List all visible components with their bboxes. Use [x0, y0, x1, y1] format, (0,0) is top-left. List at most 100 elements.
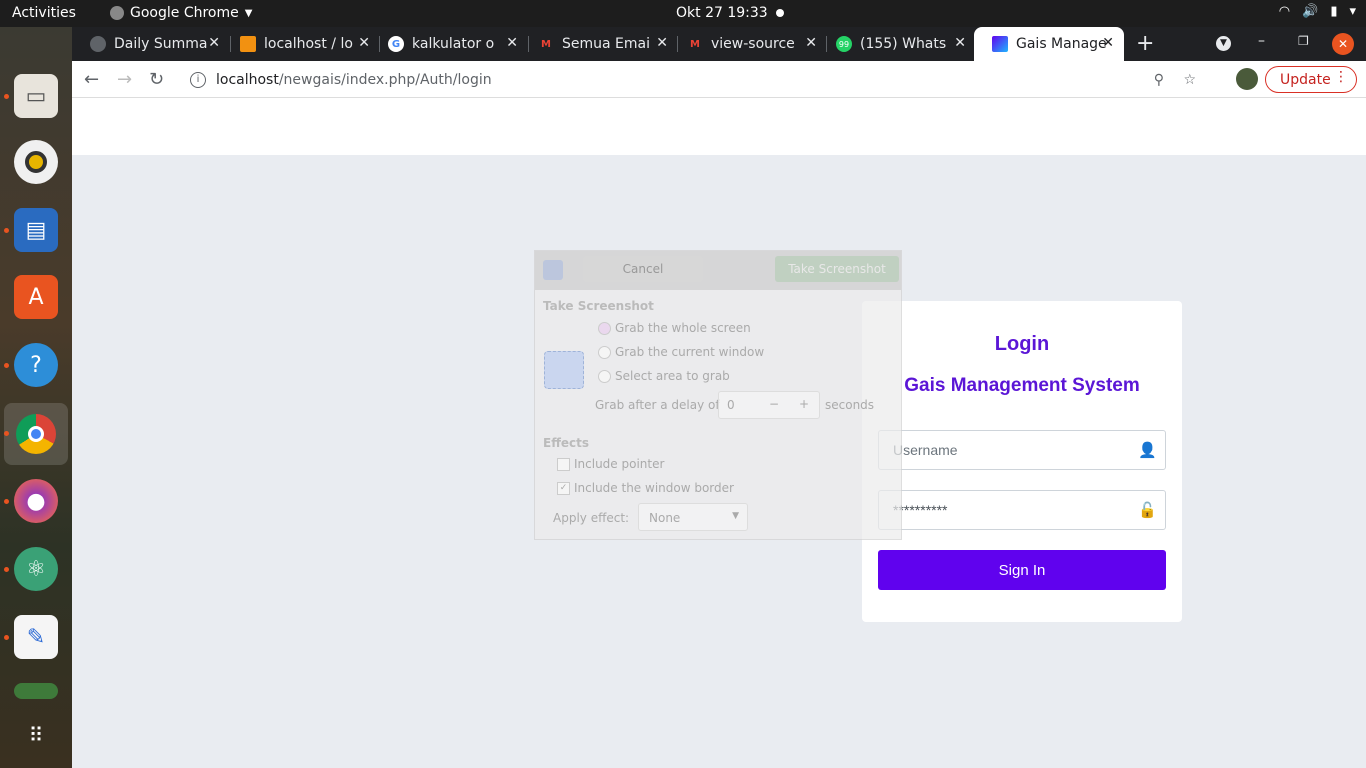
close-icon[interactable]: ✕ — [1102, 35, 1114, 51]
dock-atom-icon[interactable]: ⚛ — [14, 547, 58, 591]
password-field[interactable]: ********** 🔓 — [878, 490, 1166, 530]
user-icon: 👤 — [1138, 442, 1157, 459]
radio-whole-screen[interactable] — [598, 322, 611, 335]
close-icon[interactable]: ✕ — [358, 35, 370, 51]
dock-firefox-icon[interactable]: ● — [14, 479, 58, 523]
bookmark-star-icon[interactable]: ☆ — [1183, 72, 1196, 88]
forward-icon[interactable]: → — [117, 69, 132, 90]
close-icon[interactable]: ✕ — [656, 35, 668, 51]
chrome-icon — [110, 6, 124, 20]
power-menu-icon: ▾ — [1349, 4, 1356, 19]
close-icon[interactable]: ✕ — [954, 35, 966, 51]
delay-spinner[interactable]: 0 − + — [718, 391, 820, 419]
tab-localhost[interactable]: localhost / lo ✕ — [222, 27, 380, 61]
screenshot-dialog: Cancel Take Screenshot Take Screenshot G… — [534, 250, 902, 540]
show-applications-icon[interactable]: ⠿ — [14, 713, 58, 757]
globe-icon — [90, 36, 106, 52]
zoom-icon[interactable]: ⚲ — [1154, 72, 1164, 88]
url-path: /newgais/index.php/Auth/login — [278, 71, 492, 88]
tab-search-icon[interactable]: ▼ — [1216, 36, 1231, 51]
apply-effect-label: Apply effect: — [553, 511, 630, 525]
cancel-label: Cancel — [622, 262, 664, 276]
username-field[interactable]: Username 👤 — [878, 430, 1166, 470]
running-indicator — [4, 228, 9, 233]
dock-software-icon[interactable]: A — [14, 275, 58, 319]
running-indicator — [4, 635, 9, 640]
tab-view-source[interactable]: M view-source ✕ — [669, 27, 827, 61]
dock: ▭ ▤ A ? ● ⚛ ✎ ⠿ — [0, 27, 72, 768]
tab-title: Semua Emai — [562, 36, 650, 52]
running-indicator — [4, 567, 9, 572]
chevron-down-icon: ▼ — [244, 7, 253, 19]
minimize-icon[interactable]: – — [1258, 33, 1265, 49]
tab-strip: Daily Summa ✕ localhost / lo ✕ G kalkula… — [72, 27, 1366, 61]
address-bar[interactable]: i localhost/newgais/index.php/Auth/login… — [180, 65, 1222, 94]
tab-title: view-source — [711, 36, 795, 52]
running-indicator — [4, 363, 9, 368]
app-menu[interactable]: Google Chrome ▼ — [110, 5, 252, 21]
login-card: Login Gais Management System Username 👤 … — [862, 301, 1182, 622]
close-icon[interactable]: ✕ — [208, 35, 220, 51]
tab-title: localhost / lo — [264, 36, 353, 52]
dock-files-icon[interactable]: ▭ — [14, 74, 58, 118]
screenshot-app-icon — [543, 260, 563, 280]
back-icon[interactable]: ← — [84, 69, 99, 90]
running-indicator — [4, 499, 9, 504]
dock-partial-icon[interactable] — [14, 683, 58, 699]
update-label: Update — [1280, 71, 1331, 88]
volume-icon: 🔊 — [1302, 4, 1319, 19]
tab-daily-summary[interactable]: Daily Summa ✕ — [72, 27, 230, 61]
cancel-button[interactable]: Cancel — [583, 256, 703, 282]
tab-semua-email[interactable]: M Semua Emai ✕ — [520, 27, 678, 61]
apply-effect-select[interactable]: None ▼ — [638, 503, 748, 531]
tab-gais-manage[interactable]: Gais Manage ✕ — [974, 27, 1124, 61]
running-indicator — [4, 94, 9, 99]
decrement-icon[interactable]: − — [769, 397, 779, 411]
sign-in-button[interactable]: Sign In — [878, 550, 1166, 590]
delay-label: Grab after a delay of — [595, 398, 720, 412]
profile-avatar[interactable] — [1236, 68, 1258, 90]
take-screenshot-button[interactable]: Take Screenshot — [775, 256, 899, 282]
gmail-icon: M — [541, 38, 551, 50]
kebab-menu-icon[interactable]: ⋮ — [1334, 69, 1348, 85]
tab-title: kalkulator o — [412, 36, 495, 52]
effects-title: Effects — [543, 436, 590, 450]
clock[interactable]: Okt 27 19:33 — [676, 5, 768, 21]
radio-current-window[interactable] — [598, 346, 611, 359]
close-icon[interactable]: ✕ — [805, 35, 817, 51]
chevron-down-icon: ▼ — [732, 511, 739, 521]
dock-rhythmbox-icon[interactable] — [14, 140, 58, 184]
wifi-icon: ◠ — [1278, 4, 1291, 19]
include-pointer-checkbox[interactable] — [557, 458, 570, 471]
username-placeholder: Username — [893, 442, 958, 458]
dock-chrome-icon[interactable] — [4, 403, 68, 465]
new-tab-button[interactable]: + — [1136, 31, 1154, 56]
dock-writer-icon[interactable]: ▤ — [14, 208, 58, 252]
option-current-window: Grab the current window — [615, 345, 765, 359]
login-title: Login — [994, 333, 1050, 355]
tab-kalkulator[interactable]: G kalkulator o ✕ — [370, 27, 528, 61]
include-border-checkbox[interactable]: ✓ — [557, 482, 570, 495]
tab-whatsapp[interactable]: 99 (155) Whats ✕ — [818, 27, 976, 61]
area-select-icon — [544, 351, 584, 389]
reload-icon[interactable]: ↻ — [149, 69, 164, 90]
browser-toolbar: ← → ↻ i localhost/newgais/index.php/Auth… — [72, 61, 1366, 98]
close-icon[interactable]: ✕ — [506, 35, 518, 51]
seconds-label: seconds — [825, 398, 875, 412]
activities-button[interactable]: Activities — [12, 5, 76, 21]
url-host: localhost — [216, 71, 279, 88]
gais-favicon — [992, 36, 1008, 52]
apply-effect-value: None — [649, 511, 681, 525]
window-close-icon[interactable]: ✕ — [1332, 33, 1354, 55]
increment-icon[interactable]: + — [799, 397, 809, 411]
system-tray[interactable]: ◠ 🔊 ▮ ▾ — [1279, 4, 1356, 19]
restore-icon[interactable]: ❐ — [1298, 34, 1309, 48]
option-whole-screen: Grab the whole screen — [615, 321, 751, 335]
section-title: Take Screenshot — [543, 299, 654, 313]
update-button[interactable]: Update ⋮ — [1265, 66, 1357, 93]
info-icon[interactable]: i — [190, 71, 206, 88]
sign-in-label: Sign In — [998, 561, 1046, 579]
dock-help-icon[interactable]: ? — [14, 343, 58, 387]
radio-select-area[interactable] — [598, 370, 611, 383]
dock-text-editor-icon[interactable]: ✎ — [14, 615, 58, 659]
